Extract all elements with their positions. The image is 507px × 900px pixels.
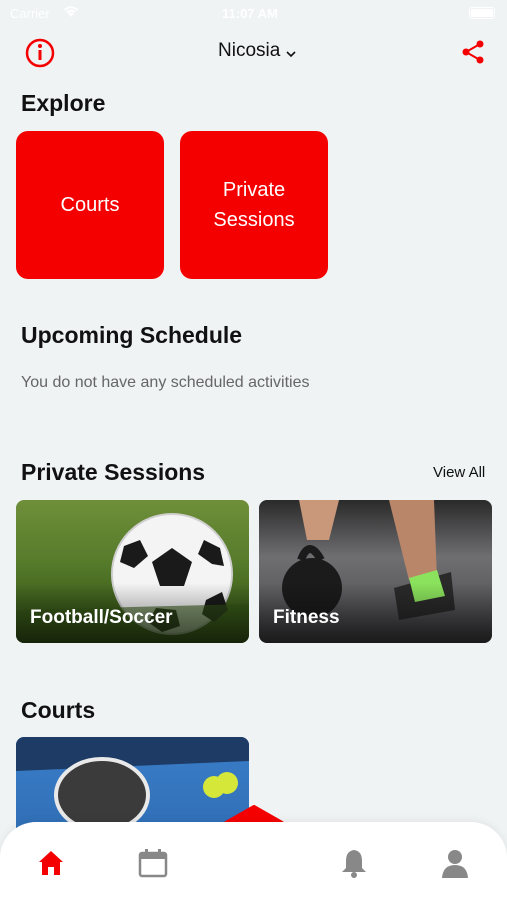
status-bar: Carrier 11:07 AM bbox=[0, 0, 507, 28]
private-sessions-heading: Private Sessions bbox=[21, 459, 206, 485]
chevron-down-icon bbox=[286, 51, 296, 58]
view-all-link[interactable]: View All bbox=[433, 464, 485, 481]
top-bar: Nicosia bbox=[0, 34, 507, 70]
home-icon[interactable] bbox=[34, 846, 68, 880]
courts-heading: Courts bbox=[21, 697, 96, 723]
info-icon[interactable] bbox=[24, 37, 56, 69]
city-name: Nicosia bbox=[218, 40, 281, 61]
city-selector[interactable]: Nicosia bbox=[218, 40, 296, 62]
fitness-label: Fitness bbox=[273, 607, 340, 628]
share-icon[interactable] bbox=[460, 39, 486, 65]
fitness-card[interactable]: Fitness bbox=[259, 500, 492, 643]
schedule-empty-message: You do not have any scheduled activities bbox=[21, 374, 310, 391]
calendar-icon[interactable] bbox=[136, 846, 170, 880]
carrier-label: Carrier bbox=[10, 6, 50, 21]
football-soccer-card[interactable]: Football/Soccer bbox=[16, 500, 249, 643]
tab-bar bbox=[0, 822, 507, 900]
battery-icon bbox=[469, 7, 495, 19]
upcoming-schedule-heading: Upcoming Schedule bbox=[21, 322, 243, 348]
wifi-icon bbox=[63, 6, 79, 17]
explore-private-sessions-tile[interactable]: Private Sessions bbox=[180, 131, 328, 279]
explore-courts-label: Courts bbox=[60, 194, 120, 216]
explore-private-sessions-label: Private Sessions bbox=[213, 179, 295, 231]
bell-icon[interactable] bbox=[337, 846, 371, 880]
football-soccer-label: Football/Soccer bbox=[30, 607, 173, 628]
explore-courts-tile[interactable]: Courts bbox=[16, 131, 164, 279]
explore-heading: Explore bbox=[21, 90, 106, 116]
clock-label: 11:07 AM bbox=[222, 6, 278, 21]
profile-icon[interactable] bbox=[438, 846, 472, 880]
